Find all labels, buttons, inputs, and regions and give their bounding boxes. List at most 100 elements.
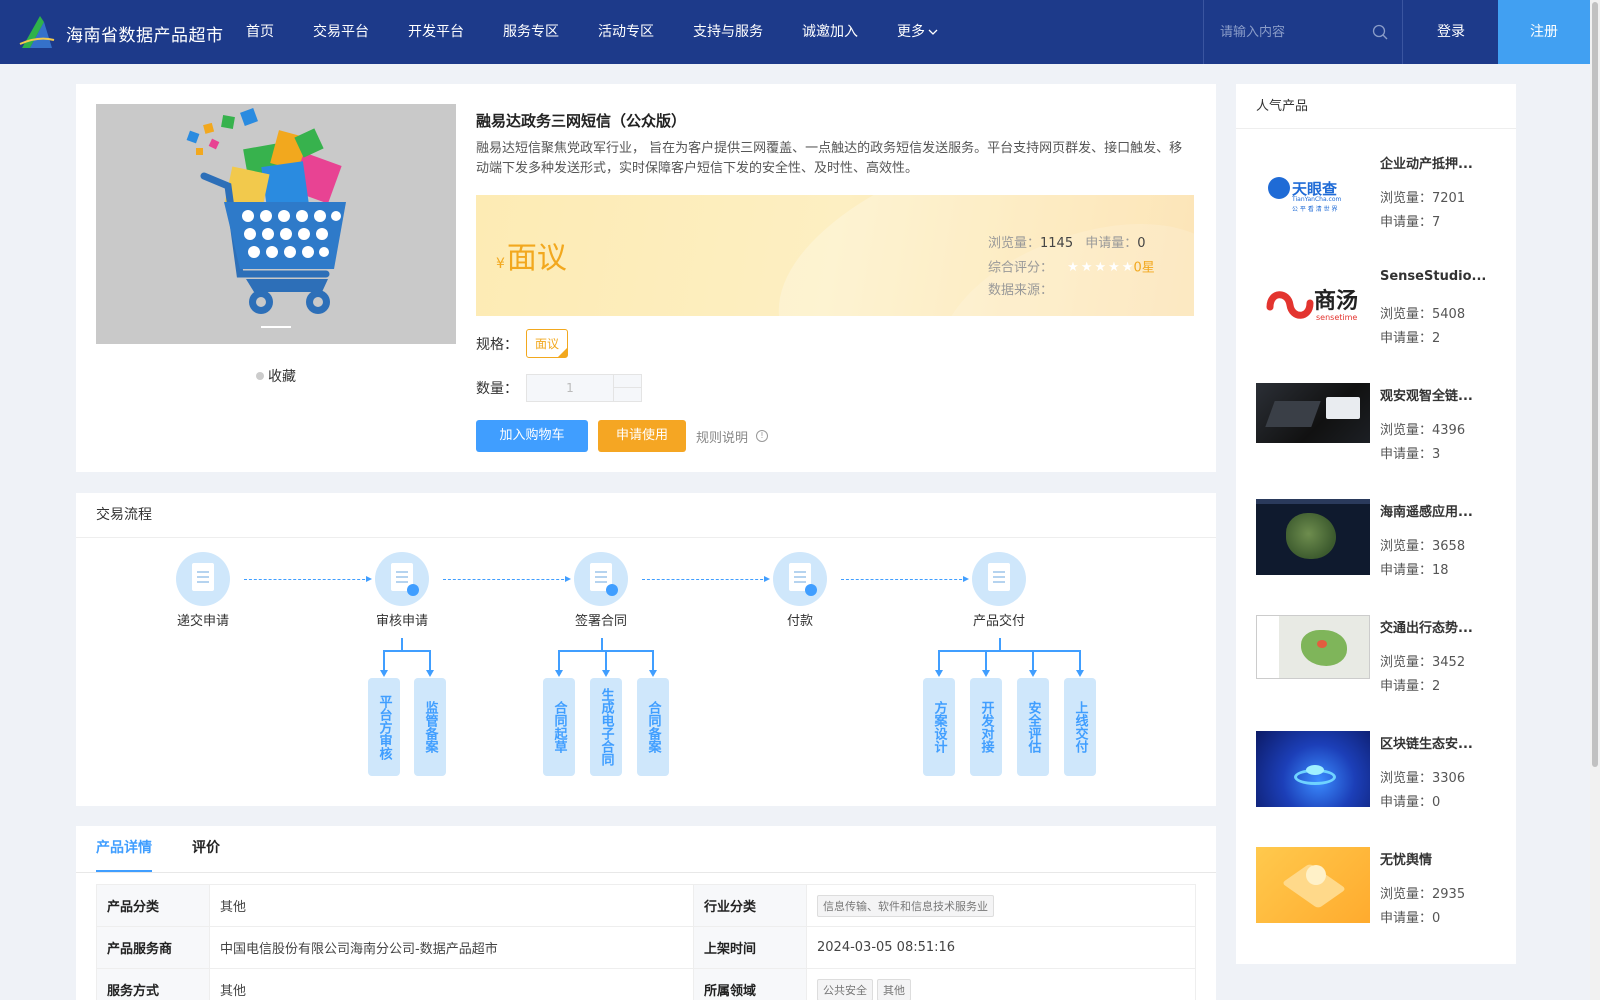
tianyancha-logo-sub: TianYanCha.com [1292, 196, 1342, 203]
stats-row-score: 综合评分： ★ ★ ★ ★ ★ 0星 [988, 256, 1155, 280]
sub-step-regulatory-filing: 监管备案 [414, 678, 446, 776]
detail-table: 产品分类 其他 行业分类 信息传输、软件和信息技术服务业 产品服务商 中国电信股… [96, 884, 1196, 1000]
table-row: 产品服务商 中国电信股份有限公司海南分公司-数据产品超市 上架时间 2024-0… [96, 926, 1196, 969]
sub-step-e-contract: 生成电子合同 [590, 678, 622, 776]
table-row: 产品分类 其他 行业分类 信息传输、软件和信息技术服务业 [96, 884, 1196, 927]
product-delivery-icon [972, 552, 1026, 606]
popular-product-item[interactable]: 商汤 sensetime SenseStudio... 浏览量：5408 申请量… [1256, 255, 1506, 346]
carousel-indicator[interactable] [261, 326, 291, 328]
tab-product-details[interactable]: 产品详情 [96, 826, 152, 872]
process-title: 交易流程 [76, 493, 1216, 538]
nav-more[interactable]: 更多 [897, 0, 938, 64]
add-to-cart-button[interactable]: 加入购物车 [476, 420, 588, 452]
spec-label: 规格： [476, 336, 518, 353]
sub-step-platform-review: 平台方审核 [368, 678, 400, 776]
info-icon: ! [756, 430, 769, 442]
sub-step-contract-draft: 合同起草 [543, 678, 575, 776]
rules-link[interactable]: 规则说明 ! [696, 427, 769, 446]
popular-product-item[interactable]: 海南遥感应用... 浏览量：3658 申请量：18 [1256, 487, 1506, 578]
product-image[interactable] [96, 104, 456, 344]
nav-dev-platform[interactable]: 开发平台 [408, 0, 464, 64]
product-applications: 申请量：2 [1380, 675, 1440, 694]
branch-connector [383, 650, 385, 672]
popular-product-item[interactable]: 天眼查 TianYanCha.com 公 平 看 清 世 界 企业动产抵押...… [1256, 139, 1506, 230]
popular-product-item[interactable]: 区块链生态安... 浏览量：3306 申请量：0 [1256, 719, 1506, 810]
branch-arrow [649, 670, 657, 677]
popular-product-item[interactable]: 无忧舆情 浏览量：2935 申请量：0 [1256, 835, 1506, 926]
product-name: 区块链生态安... [1380, 737, 1473, 752]
product-views: 浏览量：3452 [1380, 651, 1465, 670]
branch-arrow [982, 670, 990, 677]
branch-arrow [380, 670, 388, 677]
rules-label: 规则说明 [696, 430, 749, 446]
product-detail-panel: 产品详情 评价 产品分类 其他 行业分类 信息传输、软件和信息技术服务业 产品服… [76, 826, 1216, 1000]
cell-value: 其他 [209, 968, 694, 1000]
site-brand-name[interactable]: 海南省数据产品超市 [66, 21, 224, 46]
views-label: 浏览量： [1380, 191, 1433, 206]
increment-button[interactable] [614, 375, 641, 388]
quantity-stepper[interactable]: 1 [526, 374, 642, 402]
shopping-cart-illustration [186, 108, 346, 314]
quantity-stepper-buttons [613, 375, 641, 401]
domain-tag: 公共安全 [817, 978, 873, 1000]
price-value: 面议 [506, 241, 567, 276]
product-applications: 申请量：2 [1380, 327, 1440, 346]
nav-home[interactable]: 首页 [246, 0, 274, 64]
favorite-button[interactable]: 收藏 [256, 366, 296, 386]
search-input[interactable] [1220, 24, 1365, 40]
popular-product-item[interactable]: 交通出行态势... 浏览量：3452 申请量：2 [1256, 603, 1506, 694]
product-name: SenseStudio... [1380, 269, 1487, 284]
sensetime-logo-text: 商汤 [1314, 289, 1359, 314]
views-label: 浏览量： [988, 236, 1041, 251]
cell-value: 公共安全 其他 [806, 968, 1196, 1000]
cell-label: 行业分类 [693, 884, 807, 927]
product-title: 融易达政务三网短信（公众版） [476, 112, 687, 130]
star-icon: ★ [1108, 259, 1120, 275]
product-applications: 申请量：3 [1380, 443, 1440, 462]
nav-activity-zone[interactable]: 活动专区 [598, 0, 654, 64]
branch-connector [938, 650, 940, 672]
apply-value: 2 [1432, 331, 1441, 346]
views-value: 3658 [1432, 539, 1466, 554]
popular-product-item[interactable]: 观安观智全链... 浏览量：4396 申请量：3 [1256, 371, 1506, 462]
sub-step-security-assessment: 安全评估 [1017, 678, 1049, 776]
apply-value: 7 [1432, 215, 1441, 230]
login-button[interactable]: 登录 [1404, 0, 1498, 64]
search-box [1203, 0, 1403, 64]
apply-label: 申请量： [1380, 795, 1433, 810]
nav-more-label: 更多 [897, 24, 925, 40]
transaction-process-panel: 交易流程 递交申请 审核申请 签署合同 付款 产品交付 平台方审核 监管备案 合… [76, 493, 1216, 806]
nav-support[interactable]: 支持与服务 [693, 0, 763, 64]
branch-connector [652, 650, 654, 672]
nav-service-zone[interactable]: 服务专区 [503, 0, 559, 64]
star-icon: ★ [1080, 259, 1093, 275]
review-application-icon [375, 552, 429, 606]
cell-label: 所属领域 [693, 968, 807, 1000]
stats-row-source: 数据来源： [988, 279, 1155, 303]
cell-label: 服务方式 [96, 968, 210, 1000]
site-logo-icon[interactable] [18, 14, 56, 52]
step-submit: 递交申请 [158, 552, 248, 629]
apply-label: 申请量： [1085, 236, 1138, 251]
quantity-label: 数量： [476, 381, 518, 397]
search-icon[interactable] [1372, 24, 1388, 40]
star-icon: ★ [1067, 259, 1079, 275]
apply-use-button[interactable]: 申请使用 [598, 420, 686, 452]
scrollbar-thumb[interactable] [1592, 2, 1598, 767]
branch-connector [429, 650, 431, 672]
page-scrollbar[interactable] [1590, 0, 1600, 1000]
register-button[interactable]: 注册 [1498, 0, 1590, 64]
branch-connector [558, 650, 560, 672]
product-description: 融易达短信聚焦党政军行业， 旨在为客户提供三网覆盖、一点触达的政务短信发送服务。… [476, 141, 1183, 176]
spec-option-selected[interactable]: 面议 [526, 329, 569, 358]
nav-trading-platform[interactable]: 交易平台 [313, 0, 369, 64]
product-thumbnail: 商汤 sensetime [1256, 267, 1370, 343]
popular-products-sidebar: 人气产品 天眼查 TianYanCha.com 公 平 看 清 世 界 企业动产… [1236, 84, 1516, 964]
product-thumbnail [1256, 847, 1370, 923]
step-review: 审核申请 [357, 552, 447, 629]
price-banner: ¥ 面议 浏览量：1145 申请量：0 综合评分： ★ ★ ★ ★ ★ 0星 数… [476, 195, 1194, 316]
nav-join[interactable]: 诚邀加入 [802, 0, 858, 64]
tab-reviews[interactable]: 评价 [192, 826, 220, 872]
payment-icon [773, 552, 827, 606]
decrement-button[interactable] [614, 388, 641, 401]
